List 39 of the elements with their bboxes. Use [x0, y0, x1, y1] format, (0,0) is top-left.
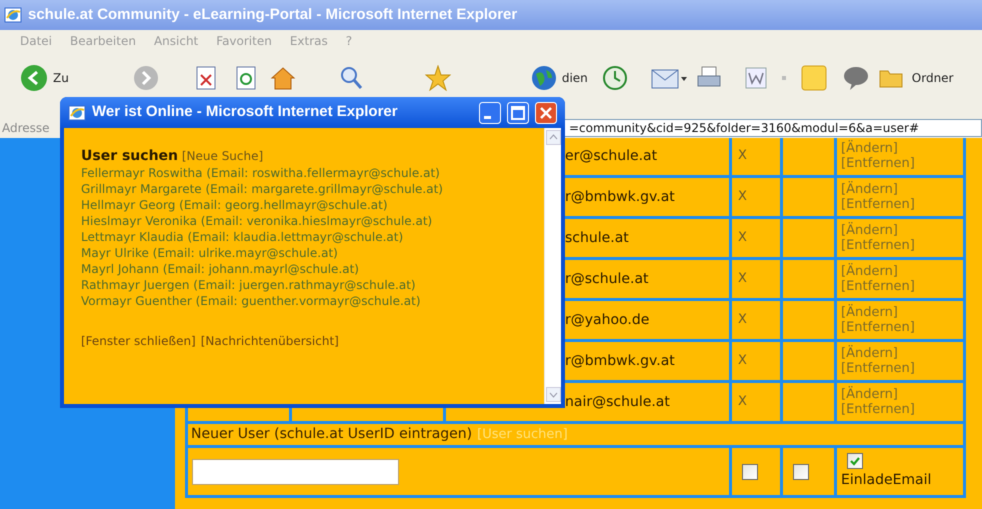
media-label[interactable]: dien	[562, 69, 588, 87]
new-search-link[interactable]: [Neue Suche]	[182, 149, 264, 163]
menu-item[interactable]: Bearbeiten	[70, 32, 136, 50]
remove-link[interactable]: [Entfernen]	[841, 156, 915, 171]
edit-link[interactable]: [Ändern]	[841, 305, 898, 320]
new-user-label: Neuer User (schule.at UserID eintragen)	[191, 425, 472, 444]
checkbox-label: EinladeEmail	[841, 470, 932, 490]
remove-link[interactable]: [Entfernen]	[841, 238, 915, 253]
table-cell: X	[732, 138, 780, 175]
edit-link[interactable]: [Ändern]	[841, 346, 898, 361]
back-label[interactable]: Zu	[53, 69, 69, 87]
table-cell: X	[732, 301, 780, 339]
menu-item[interactable]: Ansicht	[154, 32, 198, 50]
address-label: Adresse	[1, 120, 51, 137]
remove-link[interactable]: [Entfernen]	[841, 320, 915, 335]
popup-heading: User suchen	[81, 148, 178, 164]
edit-link[interactable]: [Ändern]	[841, 264, 898, 279]
popup-link[interactable]: [Nachrichtenübersicht]	[200, 333, 339, 349]
edit-link[interactable]: [Ändern]	[841, 182, 898, 197]
remove-link[interactable]: [Entfernen]	[841, 197, 915, 212]
remove-link[interactable]: [Entfernen]	[841, 402, 915, 417]
window-title: schule.at Community - eLearning-Portal - Microsoft Internet Explorer	[28, 4, 518, 25]
edit-link[interactable]: [Ändern]	[841, 387, 898, 402]
remove-link[interactable]: [Entfernen]	[841, 279, 915, 294]
table-cell: X	[732, 260, 780, 298]
folders-label[interactable]: Ordner	[912, 69, 954, 87]
menu-item[interactable]: Favoriten	[216, 32, 272, 50]
table-cell: X	[732, 178, 780, 216]
table-cell: X	[732, 342, 780, 380]
table-cell: X	[732, 219, 780, 257]
popup-link[interactable]: [Fenster schließen]	[81, 333, 196, 349]
table-cell: X	[732, 383, 780, 421]
popup-title: Wer ist Online - Microsoft Internet Explorer	[92, 102, 399, 122]
remove-link[interactable]: [Entfernen]	[841, 361, 915, 376]
edit-link[interactable]: [Ändern]	[841, 223, 898, 238]
menu-item[interactable]: Extras	[290, 32, 328, 50]
menu-item[interactable]: Datei	[20, 32, 52, 50]
edit-link[interactable]: [Ändern]	[841, 141, 898, 156]
menu-item[interactable]: ?	[346, 32, 352, 50]
